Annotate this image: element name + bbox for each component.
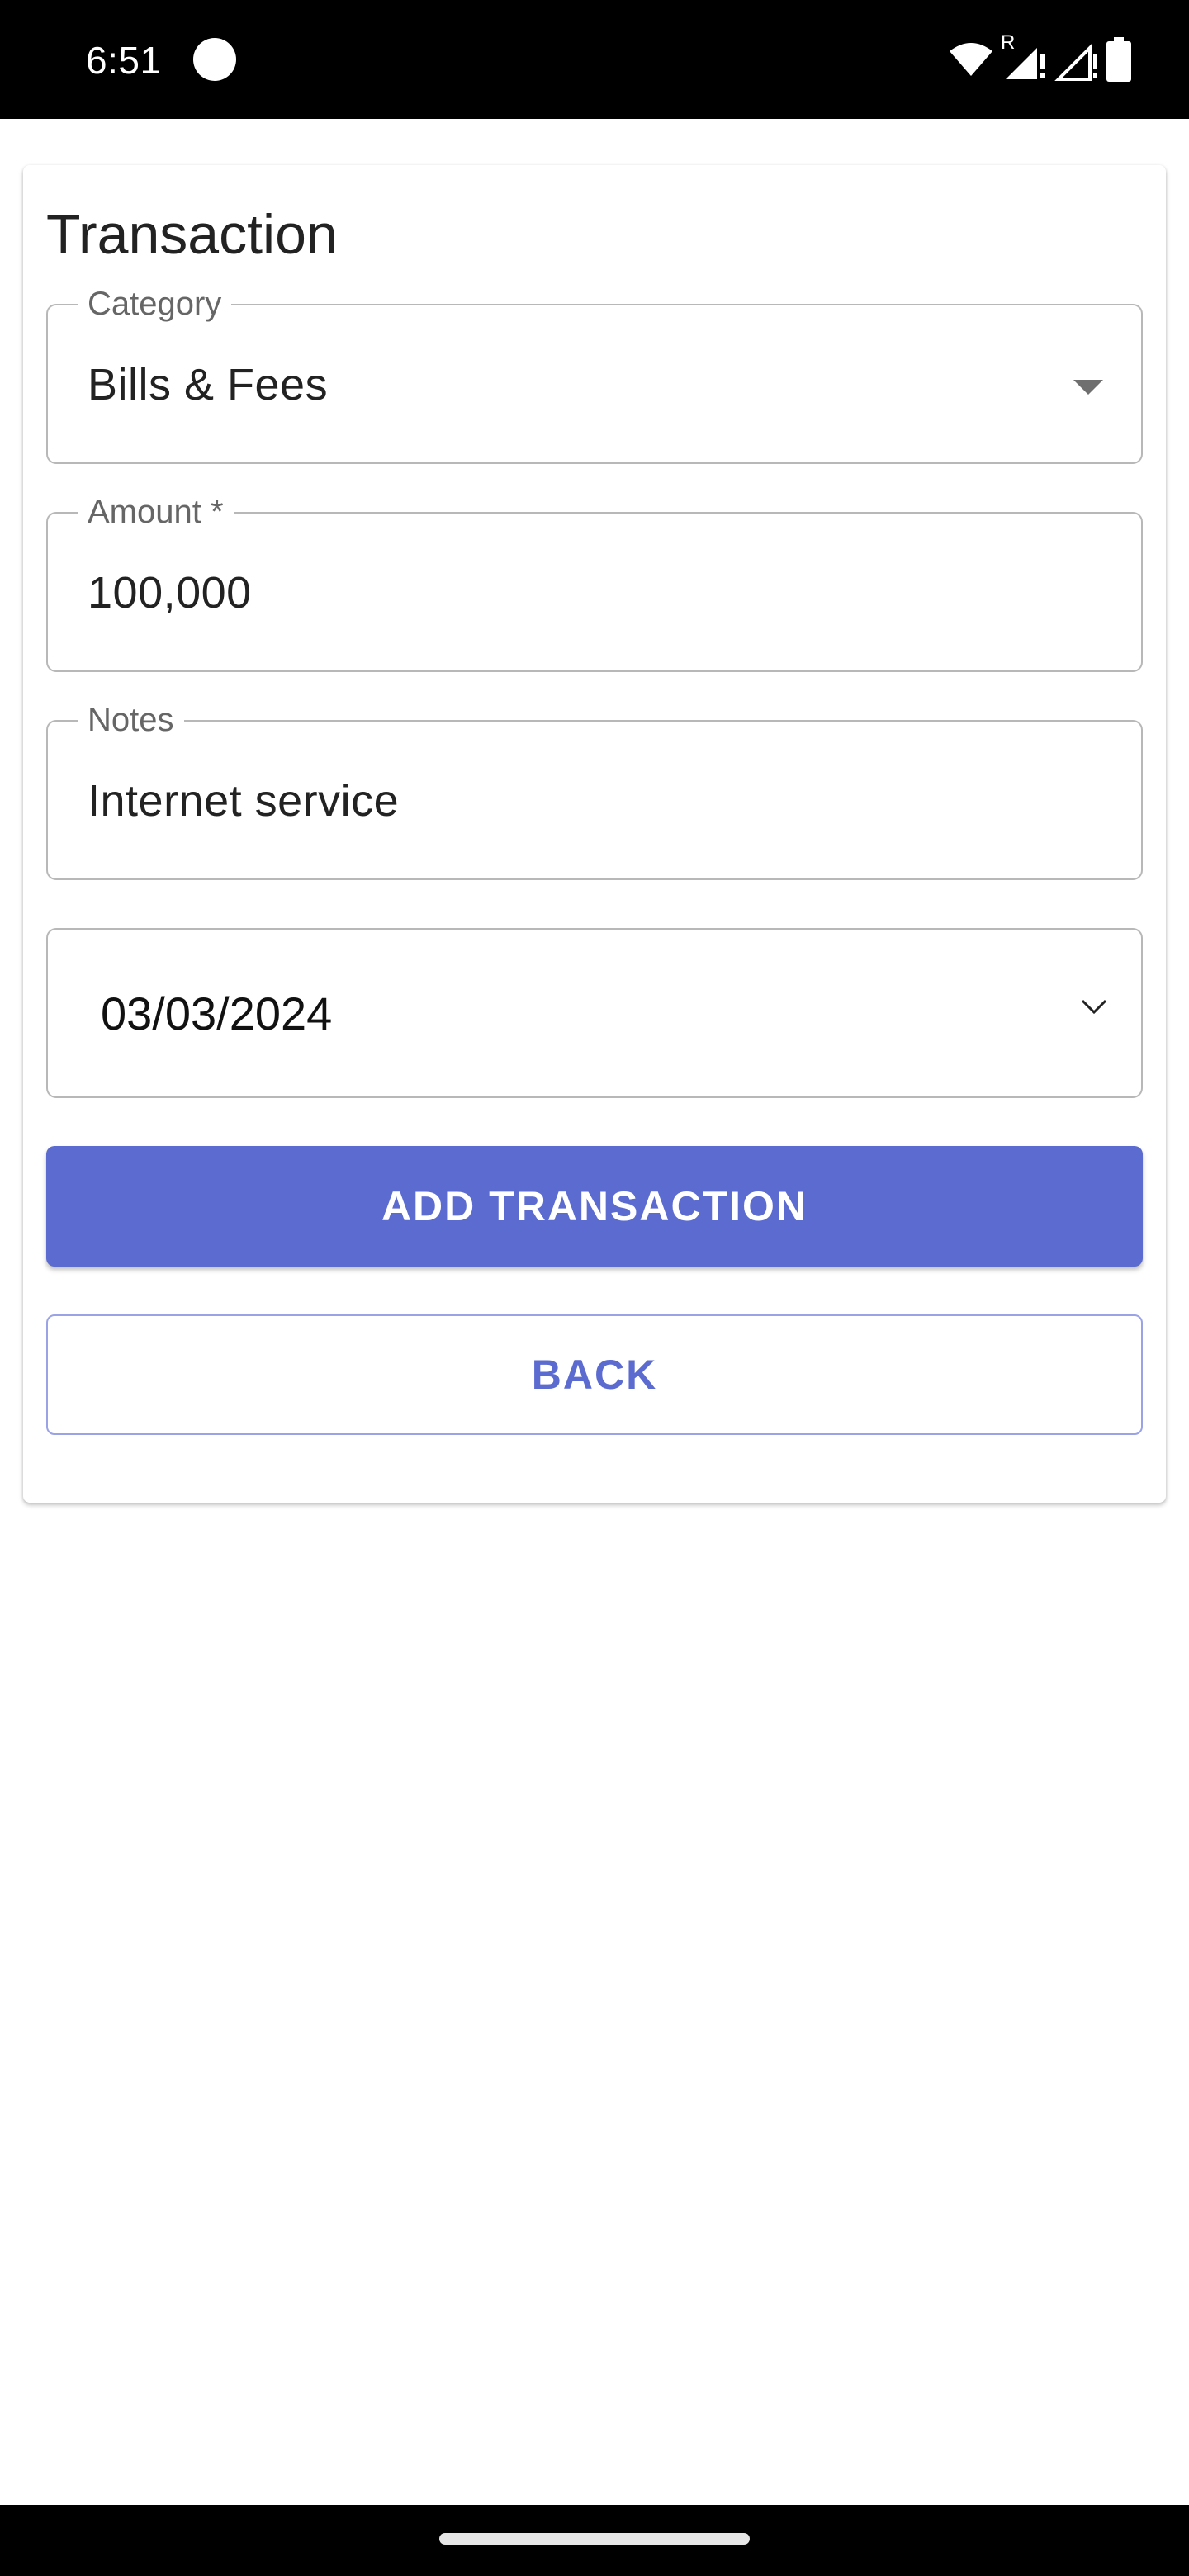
page-title: Transaction [46,203,338,266]
notes-label: Notes [78,697,184,743]
status-time: 6:51 [86,39,162,82]
notes-field[interactable]: Notes Internet service [46,697,1143,880]
date-select[interactable]: 03/03/2024 [46,928,1143,1098]
category-select[interactable]: Category Bills & Fees [46,281,1143,464]
amount-field[interactable]: Amount * 100,000 [46,489,1143,672]
chevron-down-icon[interactable] [1080,997,1108,1020]
wifi-icon [948,41,994,78]
back-button[interactable]: BACK [46,1314,1143,1435]
notes-value[interactable]: Internet service [88,771,399,831]
record-dot-icon [193,38,236,81]
signal-roaming-icon: R [1001,31,1047,83]
status-icons: R [948,31,1131,86]
dropdown-arrow-icon[interactable] [1073,380,1103,395]
amount-value[interactable]: 100,000 [88,563,252,623]
navigation-bar [0,2505,1189,2576]
add-transaction-button[interactable]: ADD TRANSACTION [46,1146,1143,1267]
date-value: 03/03/2024 [101,987,333,1039]
battery-icon [1106,37,1131,82]
home-handle[interactable] [439,2533,750,2545]
category-label: Category [78,281,232,327]
amount-label: Amount * [78,489,234,535]
status-bar: 6:51 R [0,0,1189,119]
signal-icon [1054,36,1100,83]
category-value: Bills & Fees [88,360,329,410]
